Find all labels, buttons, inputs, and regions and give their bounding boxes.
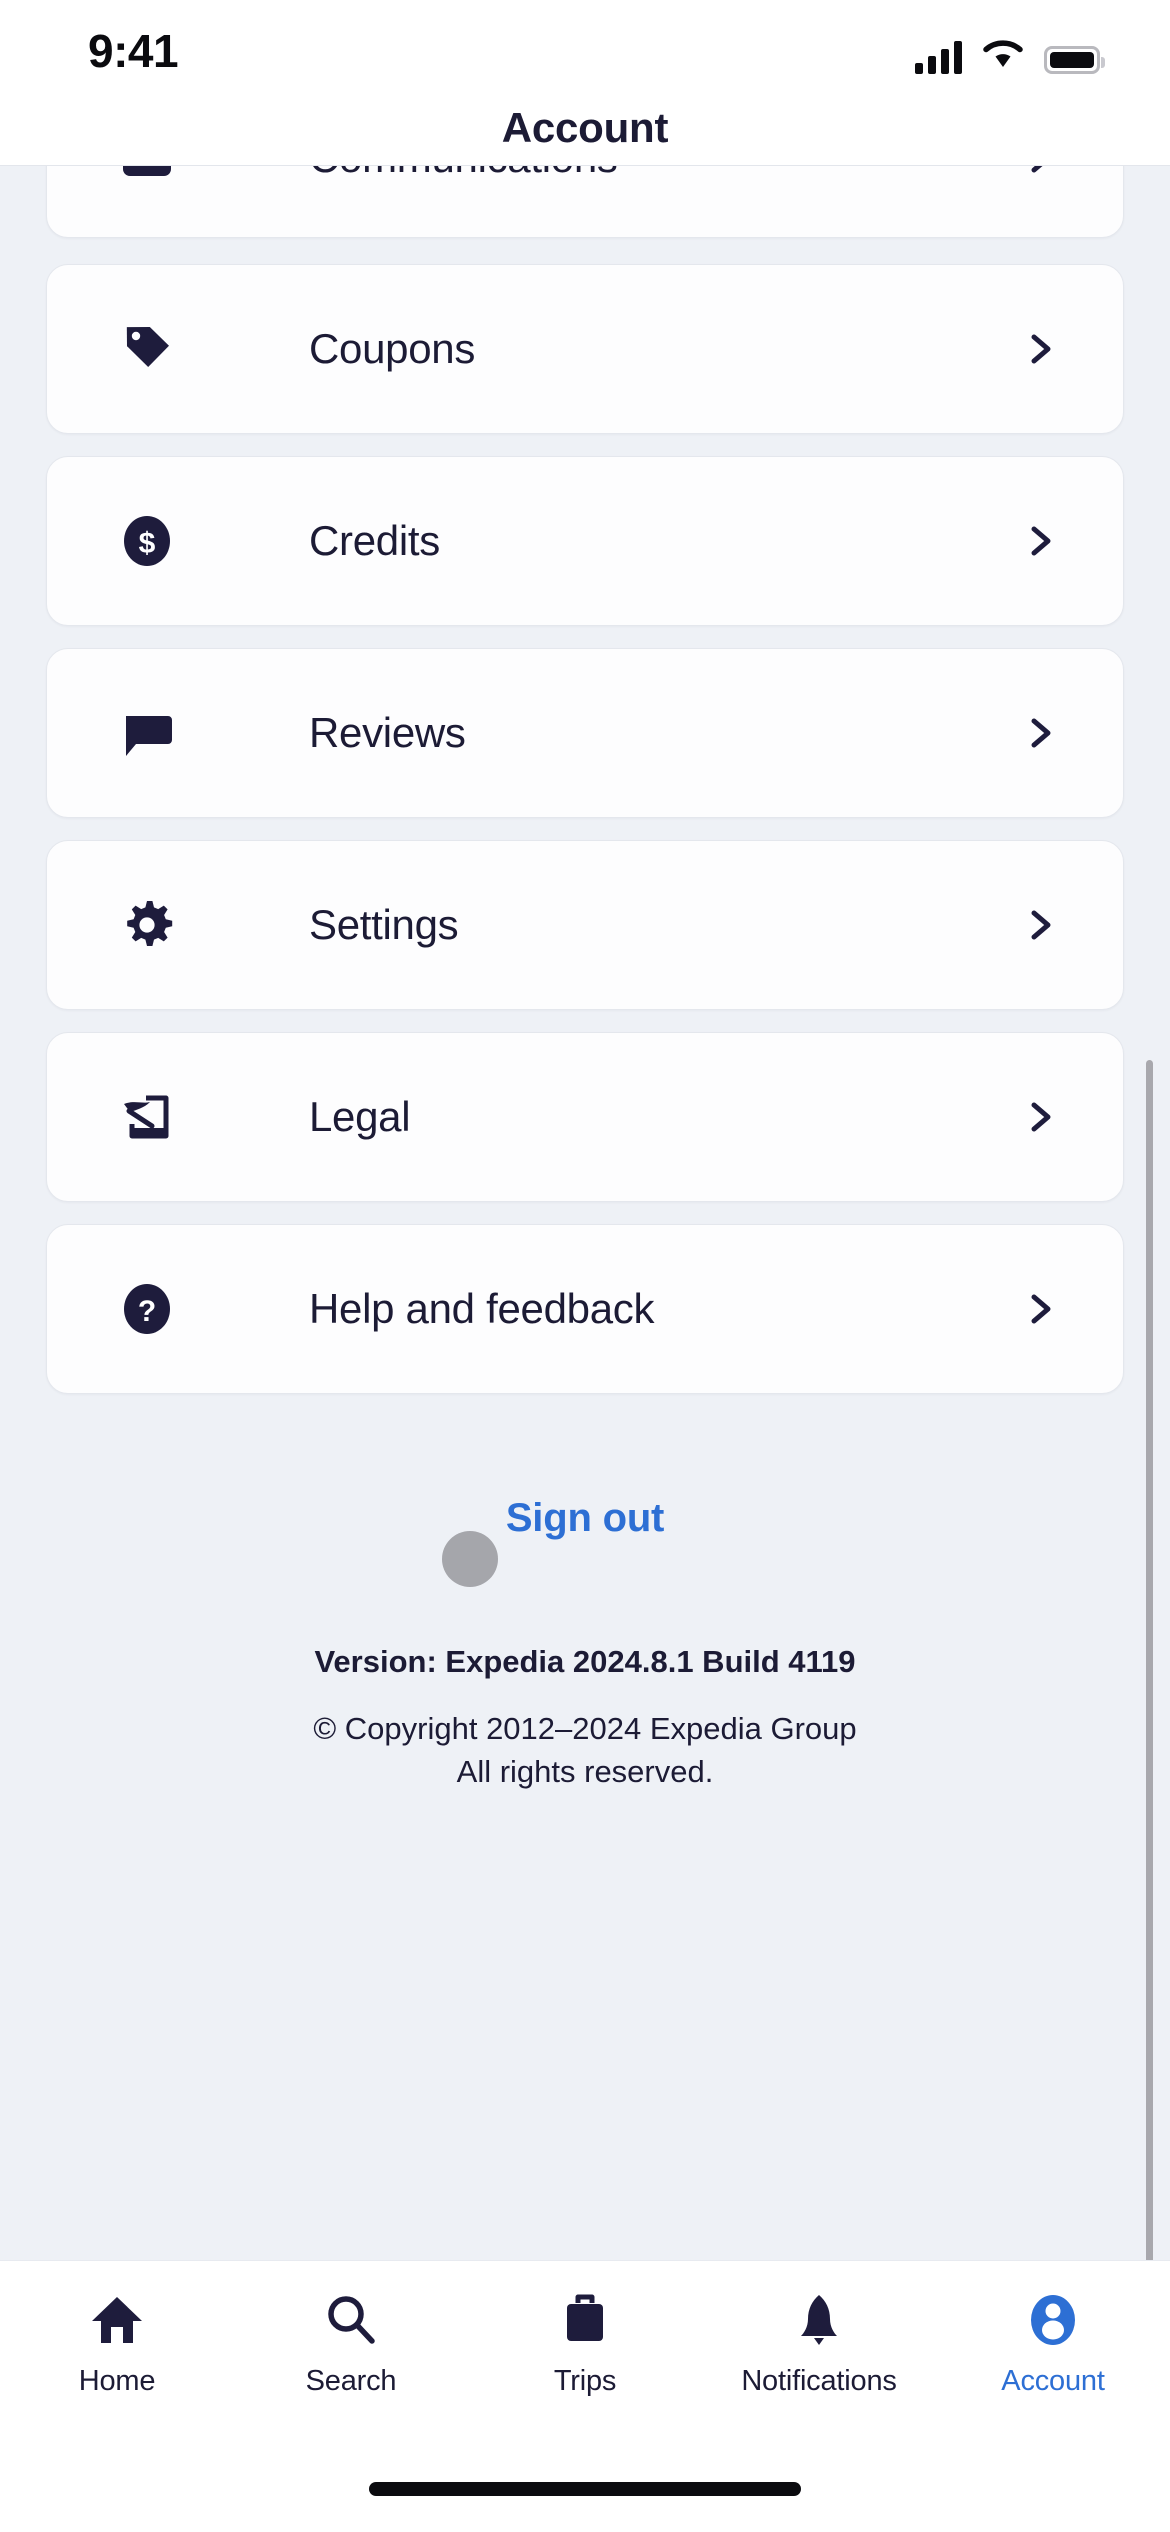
tab-search[interactable]: Search	[234, 2289, 468, 2429]
status-bar-time: 9:41	[88, 25, 179, 77]
page-title: Account	[501, 104, 669, 151]
copyright-line-2: All rights reserved.	[456, 1753, 714, 1789]
svg-text:?: ?	[138, 1295, 156, 1328]
menu-row-credits[interactable]: $ Credits	[46, 456, 1124, 626]
chevron-right-icon	[1023, 524, 1057, 558]
tag-icon	[119, 321, 175, 377]
menu-row-coupons[interactable]: Coupons	[46, 264, 1124, 434]
tab-trips[interactable]: Trips	[468, 2289, 702, 2429]
signal-bars-icon	[915, 40, 962, 74]
home-indicator	[369, 2482, 801, 2496]
menu-row-label: Coupons	[309, 325, 476, 372]
menu-row-communications[interactable]: Communications	[46, 166, 1124, 238]
search-icon	[322, 2289, 380, 2351]
scrollbar-track[interactable]	[1146, 166, 1162, 2260]
status-bar-icons	[915, 30, 1105, 74]
scrollbar-thumb[interactable]	[1146, 1060, 1153, 2260]
tab-home[interactable]: Home	[0, 2289, 234, 2429]
bottom-tab-bar: Home Search Trips Notifications Account	[0, 2260, 1170, 2532]
tab-label: Account	[1001, 2365, 1105, 2397]
chevron-right-icon	[1023, 1100, 1057, 1134]
copyright-block: © Copyright 2012–2024 Expedia Group All …	[0, 1708, 1170, 1794]
menu-row-label: Legal	[309, 1093, 411, 1140]
chevron-right-icon	[1023, 332, 1057, 366]
bell-icon	[790, 2289, 848, 2351]
chevron-right-icon	[1023, 908, 1057, 942]
chevron-right-icon	[1023, 716, 1057, 750]
battery-full-icon	[1044, 46, 1105, 74]
dollar-circle-icon: $	[119, 513, 175, 569]
wifi-icon	[982, 37, 1024, 74]
speech-bubble-icon	[119, 705, 175, 761]
gear-icon	[119, 897, 175, 953]
touch-indicator	[442, 1531, 498, 1587]
sign-out-button[interactable]: Sign out	[0, 1496, 1170, 1541]
house-icon	[88, 2289, 146, 2351]
menu-row-label: Help and feedback	[309, 1285, 655, 1332]
account-scroll-area[interactable]: Communications Coupons	[0, 166, 1170, 2260]
version-text: Version: Expedia 2024.8.1 Build 4119	[314, 1644, 856, 1679]
chevron-right-icon	[1023, 1292, 1057, 1326]
envelope-icon	[119, 166, 175, 186]
copyright-line-1: © Copyright 2012–2024 Expedia Group	[313, 1711, 857, 1746]
tab-notifications[interactable]: Notifications	[702, 2289, 936, 2429]
tab-label: Search	[305, 2365, 397, 2397]
tab-label: Notifications	[741, 2365, 897, 2397]
menu-row-help-and-feedback[interactable]: ? Help and feedback	[46, 1224, 1124, 1394]
tab-account[interactable]: Account	[936, 2289, 1170, 2429]
svg-text:$: $	[139, 527, 156, 560]
menu-row-label: Reviews	[309, 709, 466, 756]
person-circle-icon	[1024, 2289, 1082, 2351]
chevron-right-icon	[1023, 166, 1057, 175]
nav-header: Account	[0, 96, 1170, 166]
menu-row-label: Settings	[309, 901, 459, 948]
menu-row-label: Credits	[309, 517, 440, 564]
menu-row-settings[interactable]: Settings	[46, 840, 1124, 1010]
suitcase-icon	[556, 2289, 614, 2351]
quill-document-icon	[119, 1089, 175, 1145]
menu-row-legal[interactable]: Legal	[46, 1032, 1124, 1202]
tab-label: Trips	[553, 2365, 617, 2397]
phone-screen: 9:41 Account Coupons $ Credits Reviews S…	[0, 0, 1170, 2532]
menu-row-reviews[interactable]: Reviews	[46, 648, 1124, 818]
menu-row-label: Communications	[309, 166, 618, 182]
question-circle-icon: ?	[119, 1281, 175, 1337]
status-bar: 9:41	[0, 0, 1170, 96]
tab-label: Home	[78, 2365, 156, 2397]
